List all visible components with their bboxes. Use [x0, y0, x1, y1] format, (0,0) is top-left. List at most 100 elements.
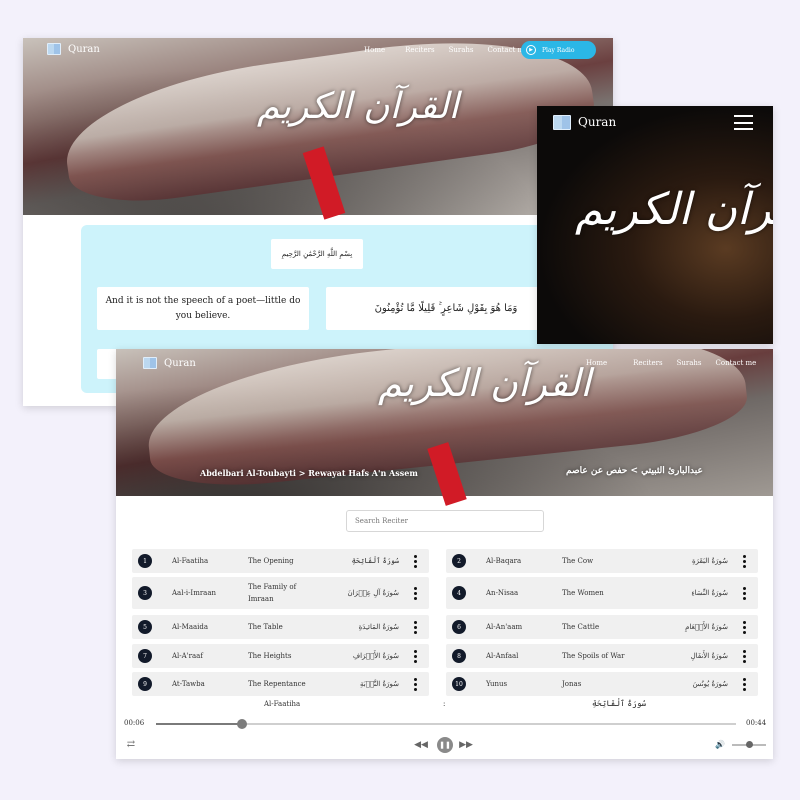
now-playing-arabic: سُورَةُ ٱلْفَاتِحَةِ — [592, 699, 647, 708]
more-options-icon[interactable] — [742, 620, 746, 634]
surah-name: Al-Faatiha — [172, 557, 209, 565]
surah-english-name: The Repentance — [248, 680, 306, 688]
surah-row[interactable]: 1 Al-Faatiha The Opening سُورَةُ ٱلْفَات… — [132, 549, 429, 573]
duration: 00:44 — [746, 719, 767, 727]
mobile-screenshot: Quran القرآن الكريم — [537, 106, 773, 344]
surah-name: Al-An'aam — [486, 623, 523, 631]
surah-arabic-name: سُورَةُ الأَنۡعَامِ — [685, 623, 728, 631]
top-nav: Home Reciters Surahs Contact me — [364, 46, 528, 54]
surah-name: Al-A'raaf — [172, 652, 203, 660]
surah-english-name: The Table — [248, 623, 283, 631]
mobile-brand-logo[interactable]: Quran — [553, 114, 616, 130]
verse-arabic: وَمَا هُوَ بِقَوْلِ شَاعِرٍ ۚ قَلِيلًا م… — [326, 287, 566, 330]
shuffle-icon[interactable]: ⇄ — [124, 737, 138, 751]
more-options-icon[interactable] — [742, 586, 746, 600]
reciter-page-screenshot: Quran Home Reciters Surahs Contact me ال… — [116, 349, 773, 759]
surah-arabic-name: سُورَةُ آلِ عِمۡرَانَ — [347, 589, 399, 597]
surah-row[interactable]: 8 Al-Anfaal The Spoils of War سُورَةُ ال… — [446, 644, 758, 668]
nav-contact[interactable]: Contact me — [716, 359, 757, 367]
surah-number-badge: 9 — [138, 677, 152, 691]
progress-fill — [156, 723, 242, 725]
surah-row[interactable]: 2 Al-Baqara The Cow سُورَةُ البَقَرَةِ — [446, 549, 758, 573]
volume-icon[interactable]: 🔊 — [714, 738, 726, 750]
breadcrumb-english[interactable]: Abdelbari Al-Toubayti > Rewayat Hafs A'n… — [200, 468, 418, 478]
surah-arabic-name: سُورَةُ النِّسَاءِ — [691, 589, 728, 597]
surah-arabic-name: سُورَةُ الأَعۡرَافِ — [352, 652, 399, 660]
surah-english-name: The Women — [562, 589, 604, 597]
surah-english-name: The Family of Imraan — [248, 583, 297, 603]
more-options-icon[interactable] — [742, 677, 746, 691]
surah-row[interactable]: 10 Yunus Jonas سُورَةُ يُونُسَ — [446, 672, 758, 696]
nav-surahs[interactable]: Surahs — [677, 359, 702, 367]
breadcrumb-arabic[interactable]: عبدالبارئ الثبيتي > حفص عن عاصم — [566, 466, 703, 476]
surah-arabic-name: سُورَةُ التَّوۡبَةِ — [359, 680, 399, 688]
more-options-icon[interactable] — [742, 649, 746, 663]
next-icon[interactable]: ▶▶ — [459, 738, 473, 752]
verse-card-partial — [97, 349, 117, 379]
surah-number-badge: 10 — [452, 677, 466, 691]
nav-reciters[interactable]: Reciters — [633, 359, 662, 367]
quran-book-icon — [553, 114, 571, 130]
brand-name: Quran — [578, 115, 617, 129]
nav-surahs[interactable]: Surahs — [449, 46, 474, 54]
surah-arabic-name: سُورَةُ البَقَرَةِ — [691, 557, 728, 565]
more-options-icon[interactable] — [742, 554, 746, 568]
quran-book-icon — [47, 43, 61, 55]
hero-title-calligraphy: القرآن الكريم — [378, 361, 591, 405]
more-options-icon[interactable] — [413, 620, 417, 634]
surah-row[interactable]: 6 Al-An'aam The Cattle سُورَةُ الأَنۡعَا… — [446, 615, 758, 639]
surah-number-badge: 6 — [452, 620, 466, 634]
more-options-icon[interactable] — [413, 677, 417, 691]
surah-number-badge: 3 — [138, 586, 152, 600]
surah-arabic-name: سُورَةُ الأَنفَالِ — [690, 652, 728, 660]
hero-title-calligraphy: القرآن الكريم — [257, 86, 459, 127]
now-playing-english: Al-Faatiha — [264, 700, 301, 708]
play-radio-button[interactable]: ▶ Play Radio — [521, 41, 596, 59]
surah-english-name: The Cow — [562, 557, 594, 565]
nav-reciters[interactable]: Reciters — [405, 46, 434, 54]
now-playing-separator: : — [443, 700, 446, 708]
surah-name: Al-Maaida — [172, 623, 209, 631]
volume-slider[interactable] — [732, 741, 766, 748]
hamburger-icon[interactable] — [734, 115, 753, 130]
surah-row[interactable]: 5 Al-Maaida The Table سُورَةُ المَائـِدَ… — [132, 615, 429, 639]
surah-number-badge: 7 — [138, 649, 152, 663]
nav-home[interactable]: Home — [364, 46, 385, 54]
more-options-icon[interactable] — [413, 586, 417, 600]
surah-name: Aal-i-Imraan — [172, 589, 217, 597]
surah-name: Al-Anfaal — [486, 652, 519, 660]
progress-bar[interactable] — [156, 719, 736, 729]
surah-row[interactable]: 7 Al-A'raaf The Heights سُورَةُ الأَعۡرَ… — [132, 644, 429, 668]
play-radio-label: Play Radio — [542, 46, 575, 54]
surah-english-name: The Spoils of War — [562, 652, 625, 660]
surah-row[interactable]: 9 At-Tawba The Repentance سُورَةُ التَّو… — [132, 672, 429, 696]
surah-arabic-name: سُورَةُ يُونُسَ — [692, 680, 728, 688]
play-icon: ▶ — [526, 45, 536, 55]
surah-english-name: The Opening — [248, 557, 294, 565]
brand-logo[interactable]: Quran — [143, 356, 196, 370]
surah-name: An-Nisaa — [486, 589, 519, 597]
brand-name: Quran — [164, 357, 196, 369]
surah-name: Al-Baqara — [486, 557, 522, 565]
surah-english-name: Jonas — [562, 680, 582, 688]
more-options-icon[interactable] — [413, 649, 417, 663]
brand-name: Quran — [68, 43, 100, 55]
search-reciter-input[interactable] — [346, 510, 544, 532]
basmala-card: بِسْمِ اللَّهِ الرَّحْمَٰنِ الرَّحِيمِ — [271, 239, 363, 269]
surah-row[interactable]: 3 Aal-i-Imraan The Family of Imraan سُور… — [132, 577, 429, 609]
surah-number-badge: 8 — [452, 649, 466, 663]
volume-knob[interactable] — [746, 741, 753, 748]
more-options-icon[interactable] — [413, 554, 417, 568]
brand-logo[interactable]: Quran — [47, 42, 100, 56]
surah-number-badge: 2 — [452, 554, 466, 568]
verse-translation: And it is not the speech of a poet—littl… — [97, 287, 309, 330]
surah-row[interactable]: 4 An-Nisaa The Women سُورَةُ النِّسَاءِ — [446, 577, 758, 609]
previous-icon[interactable]: ◀◀ — [414, 738, 428, 752]
surah-arabic-name: سُورَةُ ٱلْفَاتِحَةِ — [351, 557, 399, 565]
progress-knob[interactable] — [236, 719, 247, 729]
surah-number-badge: 1 — [138, 554, 152, 568]
surah-english-name: The Heights — [248, 652, 292, 660]
pause-button[interactable]: ❚❚ — [437, 737, 453, 753]
current-time: 00:06 — [124, 719, 145, 727]
quran-book-icon — [143, 357, 157, 369]
